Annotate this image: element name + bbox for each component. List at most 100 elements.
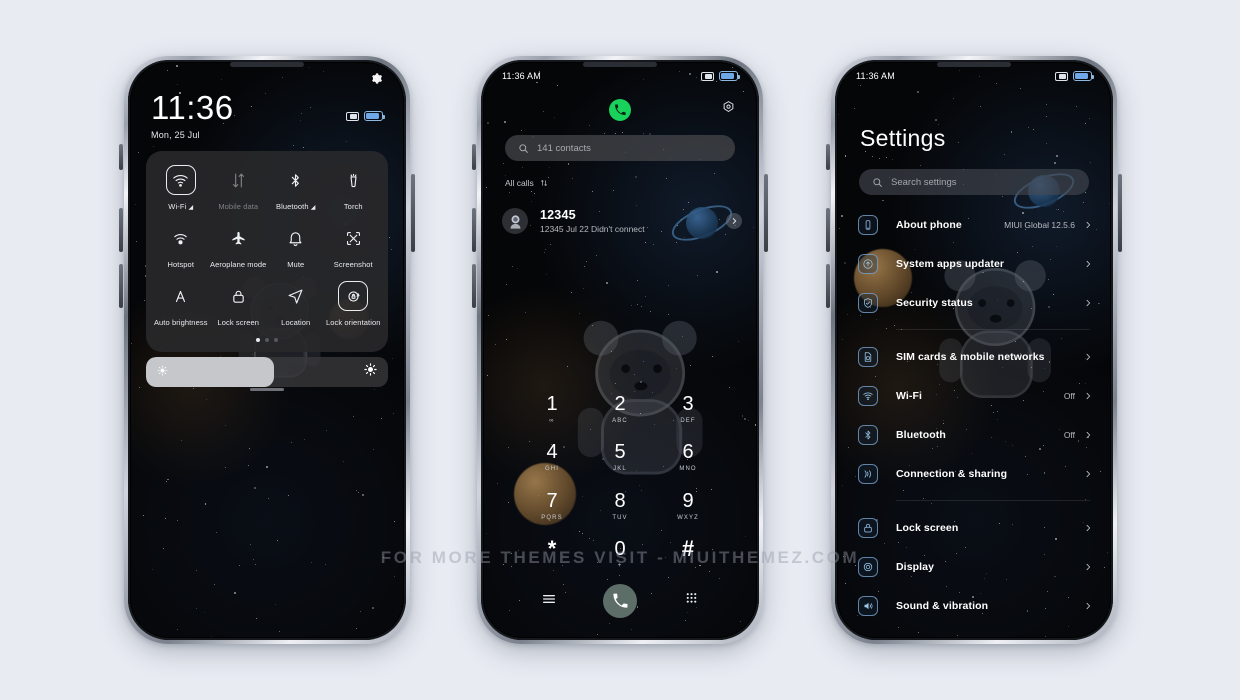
page-dot[interactable] — [256, 338, 260, 342]
dialpad-key-digit: 1 — [546, 392, 558, 415]
settings-item-bluetooth[interactable]: Bluetooth Off — [838, 415, 1110, 454]
dialpad-key-8[interactable]: 8 TUV — [586, 482, 654, 531]
dialpad-key-7[interactable]: 7 PQRS — [518, 482, 586, 531]
phone-device-quick-settings: 11:36 Mon, 25 Jul Wi-Fi ◢ Mobile data Blue… — [119, 56, 415, 644]
page-dot[interactable] — [265, 338, 269, 342]
phone3-side-button-1[interactable] — [826, 144, 830, 170]
aeroplane-icon — [223, 223, 253, 253]
quick-tile-location[interactable]: Location — [267, 281, 325, 327]
settings-item-sound-vibration[interactable]: Sound & vibration — [838, 586, 1110, 625]
chevron-right-icon[interactable] — [1084, 465, 1092, 483]
dialpad-key-4[interactable]: 4 GHI — [518, 434, 586, 483]
quick-tile-label: Bluetooth ◢ — [276, 202, 316, 211]
phone1-power-button[interactable] — [411, 174, 415, 252]
page-indicator-dots[interactable] — [152, 338, 382, 342]
menu-icon[interactable] — [541, 591, 557, 612]
contacts-search-input[interactable]: 141 contacts — [505, 135, 735, 161]
quick-tile-wi-fi[interactable]: Wi-Fi ◢ — [152, 165, 210, 211]
dialpad-key-star[interactable]: * — [518, 531, 586, 580]
quick-tile-lock-screen[interactable]: Lock screen — [210, 281, 268, 327]
quick-tile-torch[interactable]: Torch — [325, 165, 383, 211]
chevron-right-icon[interactable] — [1084, 558, 1092, 576]
call-button-icon[interactable] — [603, 584, 638, 618]
phone3-screen: 11:36 AM Settings Search settings About … — [838, 63, 1110, 637]
settings-item-label: Security status — [896, 296, 973, 309]
status-time: 11:36 AM — [856, 71, 895, 81]
gear-icon[interactable] — [368, 71, 383, 91]
settings-item-lock-screen[interactable]: Lock screen — [838, 508, 1110, 547]
dialpad-key-letters: GHI — [545, 466, 559, 473]
call-log-name: 12345 — [540, 208, 576, 222]
dialpad-key-3[interactable]: 3 DEF — [654, 385, 722, 434]
phone2-side-button-1[interactable] — [472, 144, 476, 170]
dialpad[interactable]: 1 ∞ 2 ABC 3 DEF 4 GHI 5 JKL 6 MNO 7 PQRS 8 TUV 9 WXYZ * 0 + # — [484, 385, 756, 579]
search-icon — [873, 177, 882, 187]
settings-item-display[interactable]: Display — [838, 547, 1110, 586]
call-filter-button[interactable]: All calls — [505, 178, 548, 188]
quick-tile-lock-orientation[interactable]: Lock orientation — [325, 281, 383, 327]
chevron-right-icon[interactable] — [1084, 216, 1092, 234]
settings-item-security-status[interactable]: Security status — [838, 283, 1110, 322]
chevron-right-icon[interactable] — [1084, 348, 1092, 366]
chevron-right-icon[interactable] — [1084, 519, 1092, 537]
phone3-side-button-3[interactable] — [826, 264, 830, 308]
settings-item-connection-sharing[interactable]: Connection & sharing — [838, 454, 1110, 493]
home-indicator[interactable] — [250, 388, 284, 391]
quick-tile-hotspot[interactable]: Hotspot — [152, 223, 210, 269]
sd-card-icon — [1055, 71, 1068, 81]
phone3-power-button[interactable] — [1118, 174, 1122, 252]
brightness-slider[interactable] — [146, 357, 388, 387]
phone2-side-button-2[interactable] — [472, 208, 476, 252]
phone1-side-button-1[interactable] — [119, 144, 123, 170]
phone1-side-button-3[interactable] — [119, 264, 123, 308]
dialpad-key-1[interactable]: 1 ∞ — [518, 385, 586, 434]
settings-list: About phone MIUI Global 12.5.6 System apps… — [838, 205, 1110, 637]
call-log-row[interactable]: 12345 12345 Jul 22 Didn't connect — [502, 208, 742, 234]
dialer-settings-icon[interactable] — [721, 100, 736, 120]
chevron-right-icon[interactable] — [1084, 387, 1092, 405]
sound-icon — [858, 595, 878, 616]
bluetooth-icon — [858, 424, 878, 445]
sim-card-icon — [858, 346, 878, 367]
dialpad-key-digit: # — [681, 536, 695, 562]
dialpad-key-hash[interactable]: # — [654, 531, 722, 580]
phone2-power-button[interactable] — [764, 174, 768, 252]
phone3-side-button-2[interactable] — [826, 208, 830, 252]
settings-item-sim-cards-mobile-networks[interactable]: SIM cards & mobile networks — [838, 337, 1110, 376]
quick-tile-mute[interactable]: Mute — [267, 223, 325, 269]
page-dot[interactable] — [274, 338, 278, 342]
earpiece-speaker — [937, 62, 1011, 67]
quick-settings-grid: Wi-Fi ◢ Mobile data Bluetooth ◢ Torch Hotspo… — [152, 165, 382, 327]
lock-icon — [223, 281, 253, 311]
dialpad-key-5[interactable]: 5 JKL — [586, 434, 654, 483]
phone-handset-icon[interactable] — [609, 99, 631, 121]
dialpad-key-9[interactable]: 9 WXYZ — [654, 482, 722, 531]
chevron-right-icon[interactable] — [1084, 255, 1092, 273]
dialpad-key-letters: DEF — [680, 417, 696, 424]
quick-tile-bluetooth[interactable]: Bluetooth ◢ — [267, 165, 325, 211]
chevron-right-icon[interactable] — [1084, 426, 1092, 444]
dialpad-key-letters: + — [617, 563, 623, 570]
settings-item-about-phone[interactable]: About phone MIUI Global 12.5.6 — [838, 205, 1110, 244]
dialpad-key-0[interactable]: 0 + — [586, 531, 654, 580]
quick-tile-mobile-data[interactable]: Mobile data — [210, 165, 268, 211]
settings-item-system-apps-updater[interactable]: System apps updater — [838, 244, 1110, 283]
chevron-right-icon[interactable] — [726, 213, 742, 229]
dialer-top-bar — [484, 95, 756, 129]
dialpad-key-digit: 4 — [546, 441, 558, 464]
dialpad-key-2[interactable]: 2 ABC — [586, 385, 654, 434]
phone1-side-button-2[interactable] — [119, 208, 123, 252]
quick-tile-screenshot[interactable]: Screenshot — [325, 223, 383, 269]
status-time: 11:36 AM — [502, 71, 541, 81]
keypad-icon[interactable] — [684, 591, 699, 611]
settings-search-input[interactable]: Search settings — [859, 169, 1089, 195]
quick-settings-panel: Wi-Fi ◢ Mobile data Bluetooth ◢ Torch Hotspo… — [146, 151, 388, 352]
phone2-side-button-3[interactable] — [472, 264, 476, 308]
quick-tile-aeroplane-mode[interactable]: Aeroplane mode — [210, 223, 268, 269]
dialpad-key-6[interactable]: 6 MNO — [654, 434, 722, 483]
quick-tile-auto-brightness[interactable]: Auto brightness — [152, 281, 210, 327]
chevron-right-icon[interactable] — [1084, 294, 1092, 312]
dialpad-key-digit: 9 — [682, 489, 694, 512]
chevron-right-icon[interactable] — [1084, 597, 1092, 615]
settings-item-wi-fi[interactable]: Wi-Fi Off — [838, 376, 1110, 415]
